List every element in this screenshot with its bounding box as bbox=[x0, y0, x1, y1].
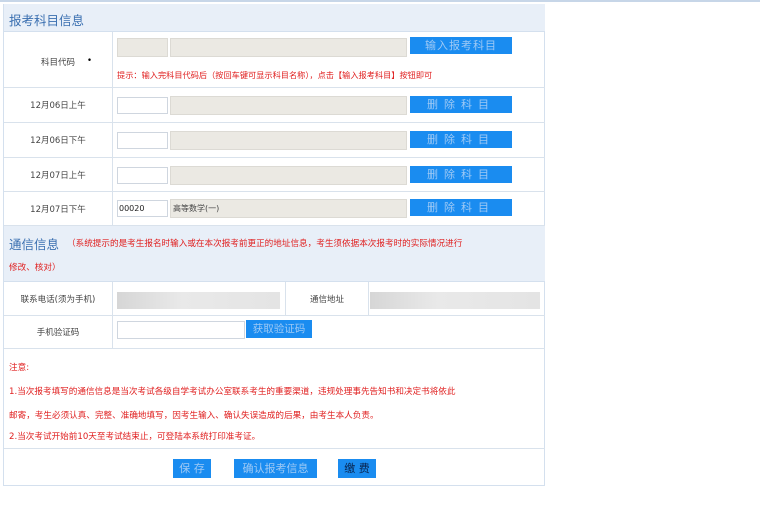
required-mark: • bbox=[87, 56, 93, 66]
contact-section-note: （系统提示的是考生报名时输入或在本次报考前更正的地址信息，考生须依据本次报考时的… bbox=[67, 239, 463, 249]
phone-address-row: 联系电话(须为手机) 通信地址 bbox=[4, 282, 545, 316]
exam-name-display bbox=[170, 166, 407, 185]
exam-name-display: 高等数学(一) bbox=[170, 199, 407, 218]
address-label-cell: 通信地址 bbox=[285, 282, 369, 315]
exam-code-input[interactable] bbox=[117, 97, 168, 114]
subject-code-label-cell: 科目代码 • bbox=[4, 32, 113, 87]
phone-label: 联系电话(须为手机) bbox=[4, 282, 113, 315]
delete-subject-button[interactable]: 删除科目 bbox=[410, 166, 512, 183]
get-verify-code-button[interactable]: 获取验证码 bbox=[246, 320, 312, 338]
verify-code-row: 手机验证码 获取验证码 bbox=[4, 316, 545, 349]
subject-code-input[interactable] bbox=[117, 38, 168, 57]
notice-line: 邮寄，考生必须认真、完整、准确地填写，因考生输入、确认失误造成的后果，由考生本人… bbox=[9, 411, 379, 421]
notice-line: 2.当次考试开始前10天至考试结束止，可登陆本系统打印准考证。 bbox=[9, 432, 261, 442]
delete-subject-button[interactable]: 删除科目 bbox=[410, 131, 512, 148]
exam-row-label: 12月07日下午 bbox=[4, 192, 113, 225]
exam-name-display bbox=[170, 131, 407, 150]
subject-code-label: 科目代码 bbox=[41, 58, 76, 68]
phone-input[interactable] bbox=[117, 292, 280, 309]
exam-code-input[interactable] bbox=[117, 167, 168, 184]
notice-title: 注意: bbox=[9, 363, 30, 373]
pay-button[interactable]: 缴 费 bbox=[338, 459, 376, 478]
confirm-registration-button[interactable]: 确认报考信息 bbox=[234, 459, 317, 478]
exam-code-input[interactable]: 00020 bbox=[117, 200, 168, 217]
exam-row: 12月06日下午 删除科目 bbox=[4, 123, 545, 158]
exam-code-input[interactable] bbox=[117, 132, 168, 149]
notice-box: 注意: 1.当次报考填写的通信信息是当次考试各级自学考试办公室联系考生的重要渠道… bbox=[4, 349, 545, 449]
verify-code-label: 手机验证码 bbox=[4, 316, 113, 348]
registration-panel: 报考科目信息 科目代码 • 输入报考科目 提示：输入完科目代码后（按回车键可显示… bbox=[3, 4, 545, 486]
subject-section-header: 报考科目信息 bbox=[4, 4, 545, 32]
address-input[interactable] bbox=[370, 292, 540, 309]
exam-name-display bbox=[170, 96, 407, 115]
save-button[interactable]: 保 存 bbox=[173, 459, 211, 478]
top-border bbox=[0, 0, 760, 2]
delete-subject-button[interactable]: 删除科目 bbox=[410, 96, 512, 113]
add-subject-button[interactable]: 输入报考科目 bbox=[410, 37, 512, 54]
exam-row-label: 12月06日上午 bbox=[4, 88, 113, 122]
contact-section-header: 通信信息 （系统提示的是考生报名时输入或在本次报考前更正的地址信息，考生须依据本… bbox=[4, 226, 545, 282]
exam-row: 12月07日下午 00020 高等数学(一) 删除科目 bbox=[4, 192, 545, 226]
contact-section-note-cont: 修改、核对） bbox=[9, 263, 61, 273]
exam-row: 12月06日上午 删除科目 bbox=[4, 88, 545, 123]
subject-section-title: 报考科目信息 bbox=[9, 13, 85, 28]
exam-row: 12月07日上午 删除科目 bbox=[4, 158, 545, 192]
exam-row-label: 12月07日上午 bbox=[4, 158, 113, 191]
subject-hint: 提示：输入完科目代码后（按回车键可显示科目名称），点击【输入报考科目】按钮即可 bbox=[117, 70, 433, 80]
exam-row-label: 12月06日下午 bbox=[4, 123, 113, 157]
delete-subject-button[interactable]: 删除科目 bbox=[410, 199, 512, 216]
verify-code-input[interactable] bbox=[117, 321, 245, 339]
notice-line: 1.当次报考填写的通信信息是当次考试各级自学考试办公室联系考生的重要渠道，违规处… bbox=[9, 387, 456, 397]
address-label: 通信地址 bbox=[309, 294, 344, 305]
subject-code-row: 科目代码 • 输入报考科目 提示：输入完科目代码后（按回车键可显示科目名称），点… bbox=[4, 32, 545, 88]
subject-name-display bbox=[170, 38, 407, 57]
contact-section-title: 通信信息 bbox=[9, 237, 60, 252]
